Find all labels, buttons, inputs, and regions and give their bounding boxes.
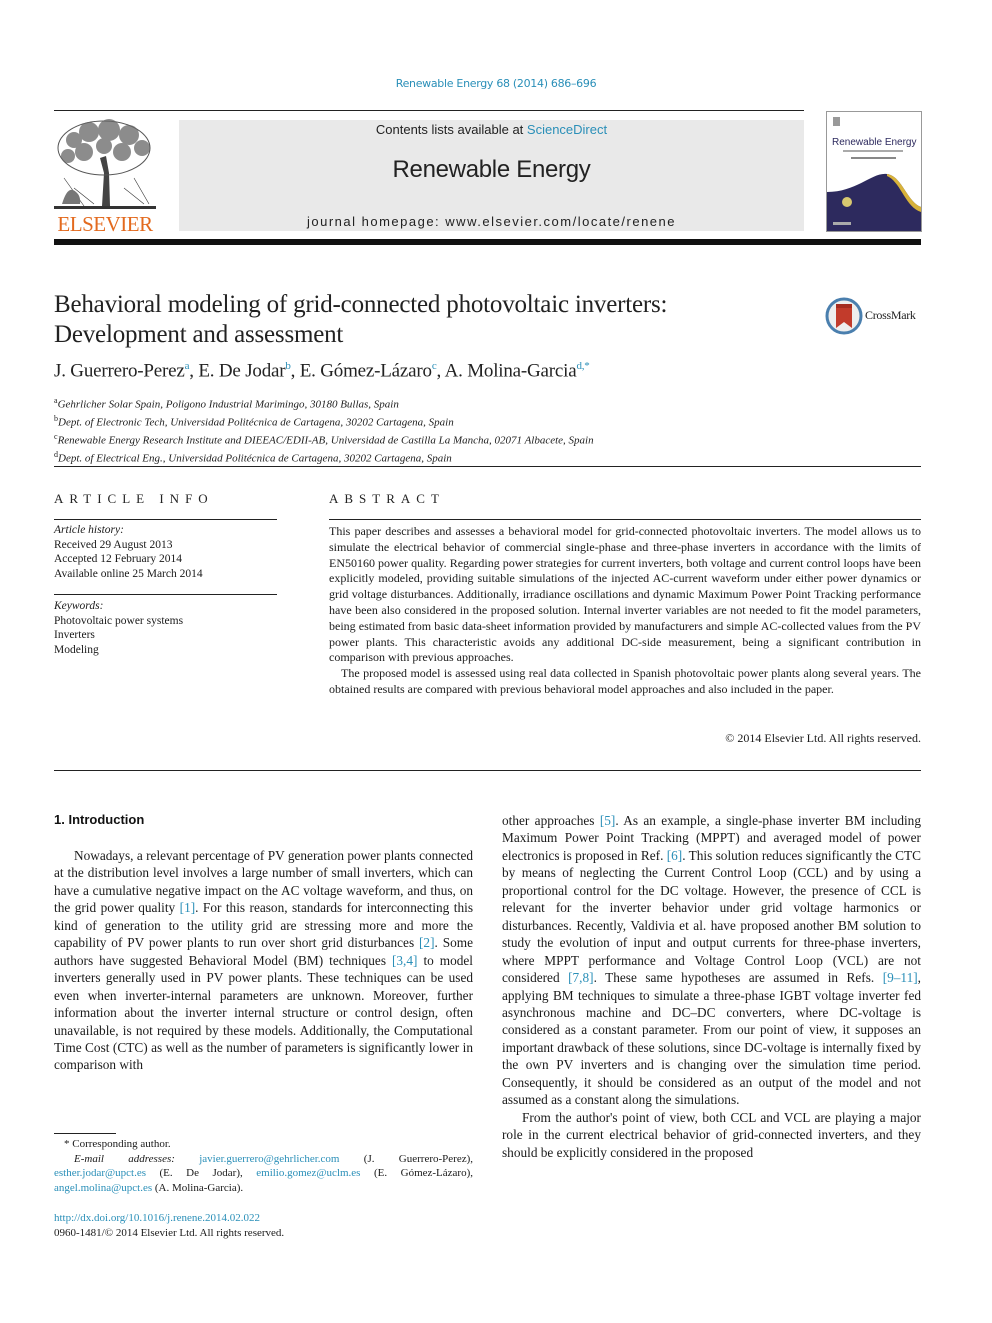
body-paragraph: Nowadays, a relevant percentage of PV ge… xyxy=(54,847,473,1074)
history-accepted: Accepted 12 February 2014 xyxy=(54,553,183,565)
body-paragraph: other approaches [5]. As an example, a s… xyxy=(502,812,921,1109)
author-affiliation-marker[interactable]: d,* xyxy=(576,360,589,372)
contents-line: Contents lists available at ScienceDirec… xyxy=(179,122,804,137)
citation-link[interactable]: [2] xyxy=(419,935,435,950)
email-owner: (A. Molina-Garcia). xyxy=(152,1181,244,1194)
affiliation-text: Renewable Energy Research Institute and … xyxy=(57,434,594,447)
footnote-rule xyxy=(54,1133,116,1134)
divider xyxy=(54,770,921,771)
email-owner: (E. Gómez-Lázaro), xyxy=(360,1167,473,1179)
email-owner: (J. Guerrero-Perez), xyxy=(339,1152,473,1165)
author[interactable]: A. Molina-Garcia xyxy=(445,360,577,381)
abstract-body: This paper describes and assesses a beha… xyxy=(329,524,921,698)
email-link[interactable]: angel.molina@upct.es xyxy=(54,1182,152,1194)
issn-copyright: 0960-1481/© 2014 Elsevier Ltd. All right… xyxy=(54,1226,285,1239)
journal-reference-link[interactable]: Renewable Energy 68 (2014) 686–696 xyxy=(0,77,992,90)
svg-text:Renewable Energy: Renewable Energy xyxy=(832,137,917,148)
keywords: Keywords: Photovoltaic power systems Inv… xyxy=(54,599,277,657)
email-link[interactable]: emilio.gomez@uclm.es xyxy=(256,1167,360,1179)
crossmark-button[interactable]: CrossMark xyxy=(825,296,925,336)
citation-link[interactable]: [1] xyxy=(180,900,196,915)
abstract-copyright: © 2014 Elsevier Ltd. All rights reserved… xyxy=(725,731,921,745)
affiliation-item: bDept. of Electronic Tech, Universidad P… xyxy=(54,412,854,430)
citation-link[interactable]: [9–11] xyxy=(883,970,918,985)
affiliation-text: Gehrlicher Solar Spain, Poligono Industr… xyxy=(57,398,399,411)
affiliation-item: dDept. of Electrical Eng., Universidad P… xyxy=(54,448,854,466)
article-info-heading: ARTICLE INFO xyxy=(54,491,214,506)
doi-link[interactable]: http://dx.doi.org/10.1016/j.renene.2014.… xyxy=(54,1211,473,1226)
citation-link[interactable]: [3,4] xyxy=(392,953,417,968)
keyword: Photovoltaic power systems xyxy=(54,614,184,627)
body-text: other approaches xyxy=(502,813,600,828)
author-affiliation-marker[interactable]: b xyxy=(285,360,291,372)
affiliation-text: Dept. of Electrical Eng., Universidad Po… xyxy=(58,453,452,466)
section-heading-introduction: 1. Introduction xyxy=(54,812,145,827)
author[interactable]: E. De Jodar xyxy=(198,360,285,381)
abstract-paragraph: The proposed model is assessed using rea… xyxy=(329,666,921,696)
body-column-left: Nowadays, a relevant percentage of PV ge… xyxy=(54,847,473,1074)
paper-title: Behavioral modeling of grid-connected ph… xyxy=(54,291,668,348)
doi-block: http://dx.doi.org/10.1016/j.renene.2014.… xyxy=(54,1211,473,1240)
body-paragraph: From the author's point of view, both CC… xyxy=(502,1109,921,1160)
body-text: . This solution reduces significantly th… xyxy=(502,847,921,986)
journal-cover-thumbnail[interactable]: Renewable Energy xyxy=(826,111,922,232)
affiliation-item: aGehrlicher Solar Spain, Poligono Indust… xyxy=(54,394,854,412)
citation-link[interactable]: [6] xyxy=(667,848,683,863)
elsevier-wordmark: ELSEVIER xyxy=(57,212,153,236)
author[interactable]: E. Gómez-Lázaro xyxy=(300,360,432,381)
journal-homepage: journal homepage: www.elsevier.com/locat… xyxy=(179,214,804,229)
author-affiliation-marker[interactable]: a xyxy=(185,360,190,372)
affiliation-text: Dept. of Electronic Tech, Universidad Po… xyxy=(58,416,454,429)
homepage-prefix: journal homepage: xyxy=(306,214,446,229)
abstract-paragraph: This paper describes and assesses a beha… xyxy=(329,524,921,665)
keyword: Modeling xyxy=(54,643,99,656)
author-affiliation-marker[interactable]: c xyxy=(432,360,437,372)
divider xyxy=(329,519,921,520)
body-text: to model inverters generally used in PV … xyxy=(54,952,473,1073)
history-received: Received 29 August 2013 xyxy=(54,538,173,551)
body-column-right: other approaches [5]. As an example, a s… xyxy=(502,812,921,1161)
author[interactable]: J. Guerrero-Perez xyxy=(54,360,185,381)
header-rule xyxy=(54,110,804,111)
affiliation-item: cRenewable Energy Research Institute and… xyxy=(54,430,854,448)
affiliations: aGehrlicher Solar Spain, Poligono Indust… xyxy=(54,394,854,467)
divider xyxy=(54,466,921,467)
crossmark-icon xyxy=(825,297,863,335)
keyword: Inverters xyxy=(54,629,95,641)
sciencedirect-link[interactable]: ScienceDirect xyxy=(527,122,607,137)
corresponding-author-note: * Corresponding author. xyxy=(64,1138,171,1150)
citation-link[interactable]: [7,8] xyxy=(568,970,593,985)
journal-title: Renewable Energy xyxy=(392,156,591,183)
body-text: . These same hypotheses are assumed in R… xyxy=(593,970,883,986)
history-online: Available online 25 March 2014 xyxy=(54,567,203,580)
email-addresses: E-mail addresses: javier.guerrero@gehrli… xyxy=(54,1152,473,1196)
keywords-label: Keywords: xyxy=(54,600,104,612)
footnotes: * Corresponding author. E-mail addresses… xyxy=(54,1137,473,1195)
email-label: E-mail addresses: xyxy=(74,1152,175,1165)
homepage-link[interactable]: www.elsevier.com/locate/renene xyxy=(445,214,676,229)
crossmark-label: CrossMark xyxy=(865,308,916,322)
citation-link[interactable]: [5] xyxy=(600,813,616,828)
email-link[interactable]: javier.guerrero@gehrlicher.com xyxy=(199,1153,339,1165)
history-label: Article history: xyxy=(54,524,124,536)
divider xyxy=(54,519,277,520)
divider xyxy=(54,594,277,595)
abstract-heading: ABSTRACT xyxy=(329,491,445,506)
email-link[interactable]: esther.jodar@upct.es xyxy=(54,1167,146,1179)
header-thick-rule xyxy=(54,239,921,245)
article-history: Article history: Received 29 August 2013… xyxy=(54,523,277,581)
body-text: , applying BM techniques to simulate a t… xyxy=(502,970,921,1108)
author-list: J. Guerrero-Pereza, E. De Jodarb, E. Góm… xyxy=(54,360,590,382)
email-owner: (E. De Jodar), xyxy=(146,1167,257,1179)
contents-prefix: Contents lists available at xyxy=(375,122,527,137)
